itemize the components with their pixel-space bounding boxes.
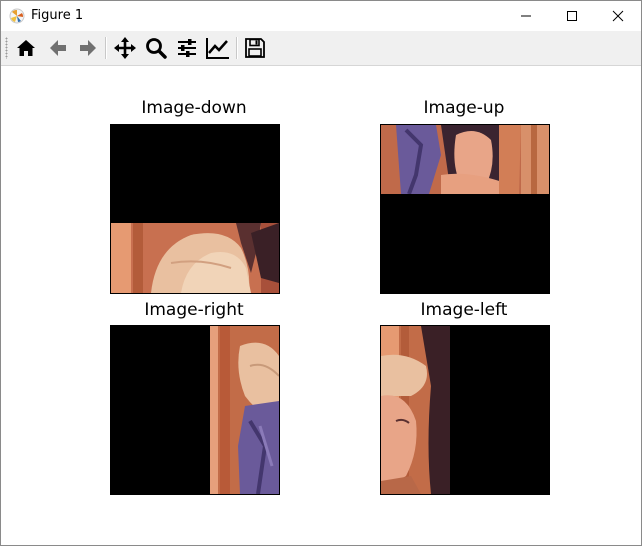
axes-image-left[interactable] [380, 325, 550, 495]
figure-window: Figure 1 Image-down Image-up Image-right… [0, 0, 642, 546]
zoom-magnifier-icon [146, 38, 167, 59]
toolbar-separator [105, 37, 107, 59]
axes-image-up[interactable] [380, 124, 550, 294]
navigation-toolbar [1, 31, 641, 66]
maximize-button[interactable] [549, 1, 595, 31]
window-title: Figure 1 [31, 8, 84, 23]
subplot-title-image-right: Image-right [144, 300, 244, 320]
save-floppy-icon [245, 38, 265, 58]
subplot-title-image-up: Image-up [423, 98, 505, 118]
edit-axis-button[interactable] [205, 35, 231, 61]
toolbar-grip[interactable] [5, 37, 8, 59]
figure-canvas[interactable]: Image-down Image-up Image-right Image-le… [1, 66, 641, 545]
axes-image-down[interactable] [110, 124, 280, 294]
forward-button[interactable] [75, 35, 101, 61]
configure-subplots-icon [178, 39, 196, 57]
zoom-button[interactable] [143, 35, 169, 61]
forward-arrow-icon [80, 40, 96, 56]
subplot-title-image-left: Image-left [420, 300, 508, 320]
lena-image-bottom-fragment [111, 223, 279, 293]
title-bar[interactable]: Figure 1 [1, 1, 641, 31]
lena-image-right-fragment [381, 326, 450, 494]
minimize-icon [521, 15, 531, 17]
maximize-icon [567, 11, 577, 21]
close-button[interactable] [595, 1, 641, 31]
lena-image-top-fragment [381, 125, 549, 194]
back-arrow-icon [50, 40, 66, 56]
subplot-title-image-down: Image-down [141, 98, 247, 118]
pan-button[interactable] [112, 35, 138, 61]
minimize-button[interactable] [503, 1, 549, 31]
pan-move-icon [114, 37, 136, 59]
matplotlib-logo-icon [9, 8, 25, 24]
home-button[interactable] [13, 35, 39, 61]
back-button[interactable] [45, 35, 71, 61]
axes-image-right[interactable] [110, 325, 280, 495]
edit-axis-icon [206, 38, 229, 59]
close-icon [612, 10, 624, 22]
lena-image-left-fragment [210, 326, 279, 494]
configure-subplots-button[interactable] [174, 35, 200, 61]
home-icon [17, 40, 35, 56]
toolbar-separator [236, 37, 238, 59]
save-button[interactable] [242, 35, 268, 61]
